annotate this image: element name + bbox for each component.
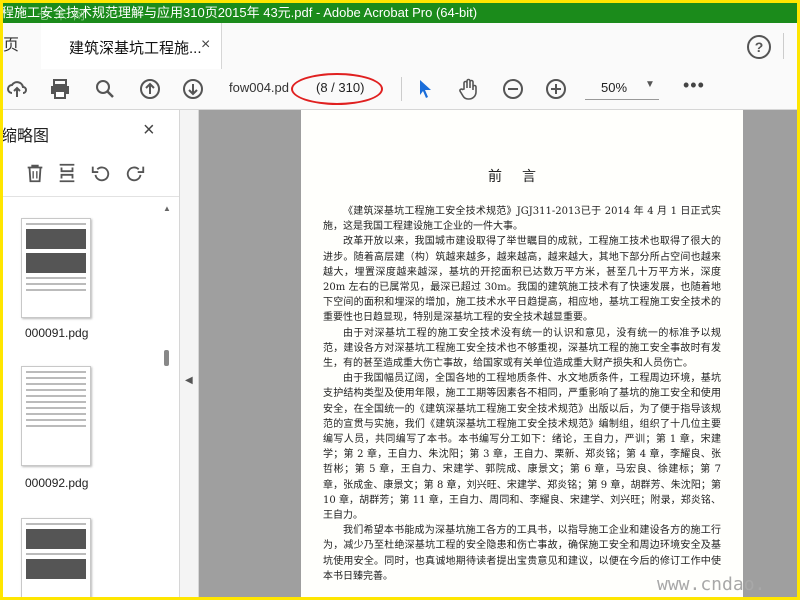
tab-document-label: 建筑深基坑工程施... — [69, 40, 202, 57]
annotation-ellipse — [291, 73, 383, 105]
select-arrow-icon[interactable] — [413, 77, 437, 101]
title-bar: 程施工安全技术规范理解与应用310页2015年 43元.pdf - Adobe … — [3, 3, 797, 23]
page-body: 《建筑深基坑工程施工安全技术规范》JGJ311-2013已于 2014 年 4 … — [323, 204, 721, 584]
upload-icon[interactable] — [5, 77, 29, 101]
page-up-icon[interactable] — [138, 77, 162, 101]
divider — [783, 33, 784, 59]
print-icon[interactable] — [48, 77, 72, 101]
close-panel-icon[interactable]: × — [143, 119, 155, 142]
insert-pages-icon[interactable] — [55, 162, 79, 186]
thumbnail-label: 000092.pdg — [25, 476, 89, 490]
paragraph: 由于对深基坑工程的施工安全技术没有统一的认识和意见，没有统一的标准予以规范，建设… — [323, 327, 721, 370]
chevron-down-icon: ▼ — [645, 79, 655, 90]
help-icon[interactable]: ? — [747, 35, 771, 59]
paragraph: 《建筑深基坑工程施工安全技术规范》JGJ311-2013已于 2014 年 4 … — [323, 206, 721, 233]
thumbnail-scrollbar[interactable]: ▲ — [161, 202, 173, 596]
app-window: 程施工安全技术规范理解与应用310页2015年 43元.pdf - Adobe … — [0, 0, 800, 600]
zoom-dropdown[interactable]: 50% ▼ — [585, 77, 659, 100]
page-thumbnail[interactable] — [21, 218, 91, 318]
search-icon[interactable] — [93, 77, 117, 101]
zoom-out-icon[interactable] — [501, 77, 525, 101]
more-icon[interactable]: ••• — [683, 75, 705, 96]
tab-bar: 页 建筑深基坑工程施... × ? — [3, 23, 797, 70]
thumbnails-panel: 缩略图 × 000091.pdg 000092.pdg ▲ — [3, 110, 180, 597]
page-down-icon[interactable] — [181, 77, 205, 101]
document-view[interactable]: 前言 《建筑深基坑工程施工安全技术规范》JGJ311-2013已于 2014 年… — [199, 110, 797, 597]
page-thumbnail[interactable] — [21, 366, 91, 466]
hand-icon[interactable] — [456, 77, 480, 101]
page-heading: 前言 — [488, 169, 556, 185]
thumbnail-label: 000091.pdg — [25, 326, 89, 340]
thumbnail-list: 000091.pdg 000092.pdg — [3, 198, 161, 597]
trash-icon[interactable] — [23, 162, 47, 186]
pdf-page: 前言 《建筑深基坑工程施工安全技术规范》JGJ311-2013已于 2014 年… — [301, 110, 743, 597]
panel-toolbar — [3, 156, 179, 197]
watermark-text: www.cndao. — [657, 574, 766, 595]
rotate-left-icon[interactable] — [89, 162, 113, 186]
panel-collapse-bar[interactable]: ◀ — [180, 110, 199, 597]
page-thumbnail[interactable] — [21, 518, 91, 597]
toolbar: fow004.pd (8 / 310) 50% ▼ ••• — [3, 69, 797, 110]
divider — [401, 77, 402, 101]
paragraph: 改革开放以来，我国城市建设取得了举世瞩目的成就，工程施工技术也取得了很大的进步。… — [323, 236, 721, 324]
zoom-value: 50% — [601, 80, 628, 95]
tab-home[interactable]: 页 — [3, 23, 42, 69]
watermark-logo: 七禾网 — [37, 8, 92, 22]
zoom-in-icon[interactable] — [544, 77, 568, 101]
paragraph: 由于我国幅员辽阔，全国各地的工程地质条件、水文地质条件，工程周边环境，基坑支护结… — [323, 373, 721, 522]
tab-document[interactable]: 建筑深基坑工程施... × — [41, 23, 222, 69]
scrollbar-thumb[interactable] — [164, 350, 169, 366]
collapse-left-icon[interactable]: ◀ — [185, 375, 193, 386]
filename-field: fow004.pd — [229, 80, 289, 95]
close-tab-icon[interactable]: × — [201, 36, 210, 54]
scroll-up-icon[interactable]: ▲ — [163, 204, 171, 213]
rotate-right-icon[interactable] — [123, 162, 147, 186]
panel-title: 缩略图 — [1, 128, 50, 145]
